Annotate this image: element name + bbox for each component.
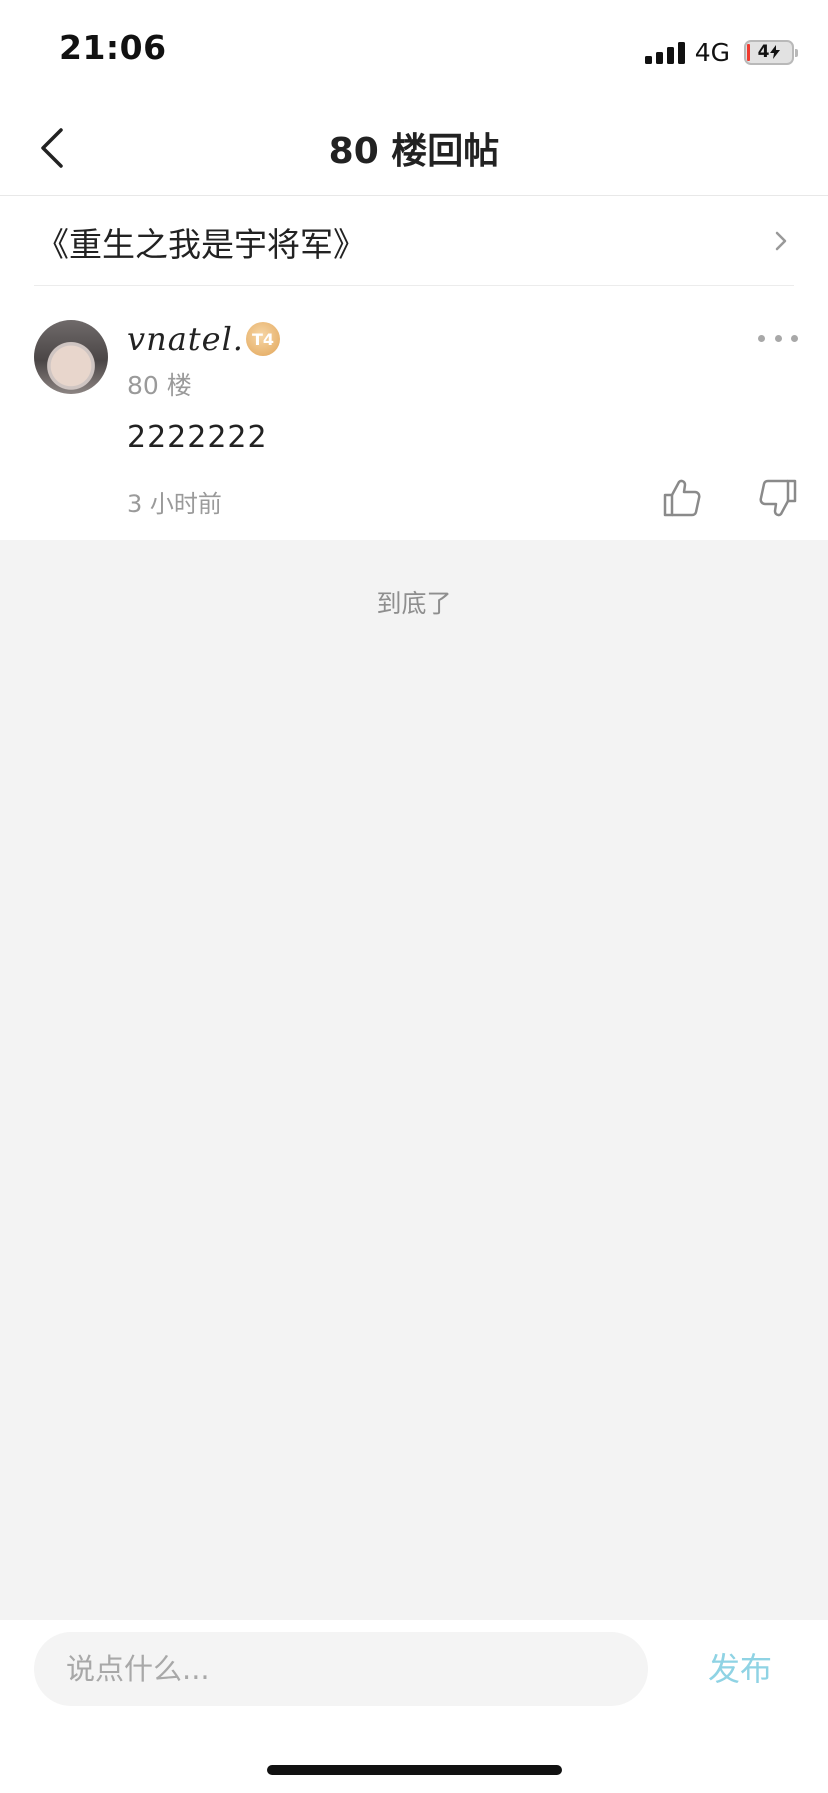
publish-button[interactable]: 发布 [690, 1632, 790, 1706]
more-dots-icon [758, 334, 765, 342]
charging-bolt-icon [770, 45, 781, 59]
page-title: 80 楼回帖 [328, 131, 500, 172]
home-indicator [267, 1765, 562, 1775]
status-time: 21:06 [59, 28, 167, 67]
status-indicators: 4G 4 [644, 36, 798, 68]
reply-card: vnatel. T4 80 楼 2222222 3 小时前 [0, 286, 828, 540]
thumbs-down-icon [759, 479, 797, 517]
more-options-button[interactable] [758, 326, 798, 350]
battery-icon: 4 [744, 39, 798, 65]
dislike-button[interactable] [756, 476, 800, 520]
reply-time: 3 小时前 [127, 490, 222, 518]
status-bar: 21:06 4G 4 [0, 0, 828, 100]
battery-level: 4 [757, 42, 770, 62]
nav-bar: 80 楼回帖 [0, 100, 828, 196]
book-title: 《重生之我是宇将军》 [36, 225, 366, 264]
avatar[interactable] [34, 320, 108, 394]
comment-bar: 发布 [0, 1620, 828, 1793]
network-label: 4G [694, 37, 730, 67]
thumbs-up-icon [663, 479, 701, 517]
end-of-list-label: 到底了 [376, 589, 452, 618]
chevron-right-icon [775, 231, 787, 251]
user-name[interactable]: vnatel. [127, 320, 244, 358]
comment-input[interactable] [34, 1632, 648, 1706]
floor-label: 80 楼 [127, 371, 192, 400]
reply-content: 2222222 [127, 420, 268, 455]
reply-detail-page: 21:06 4G 4 80 楼回帖 《重生之我是宇将军》 vnatel. T4 … [0, 0, 828, 1793]
level-badge: T4 [246, 322, 280, 356]
signal-icon [644, 40, 685, 64]
like-button[interactable] [660, 476, 704, 520]
book-link-row[interactable]: 《重生之我是宇将军》 [0, 196, 828, 286]
